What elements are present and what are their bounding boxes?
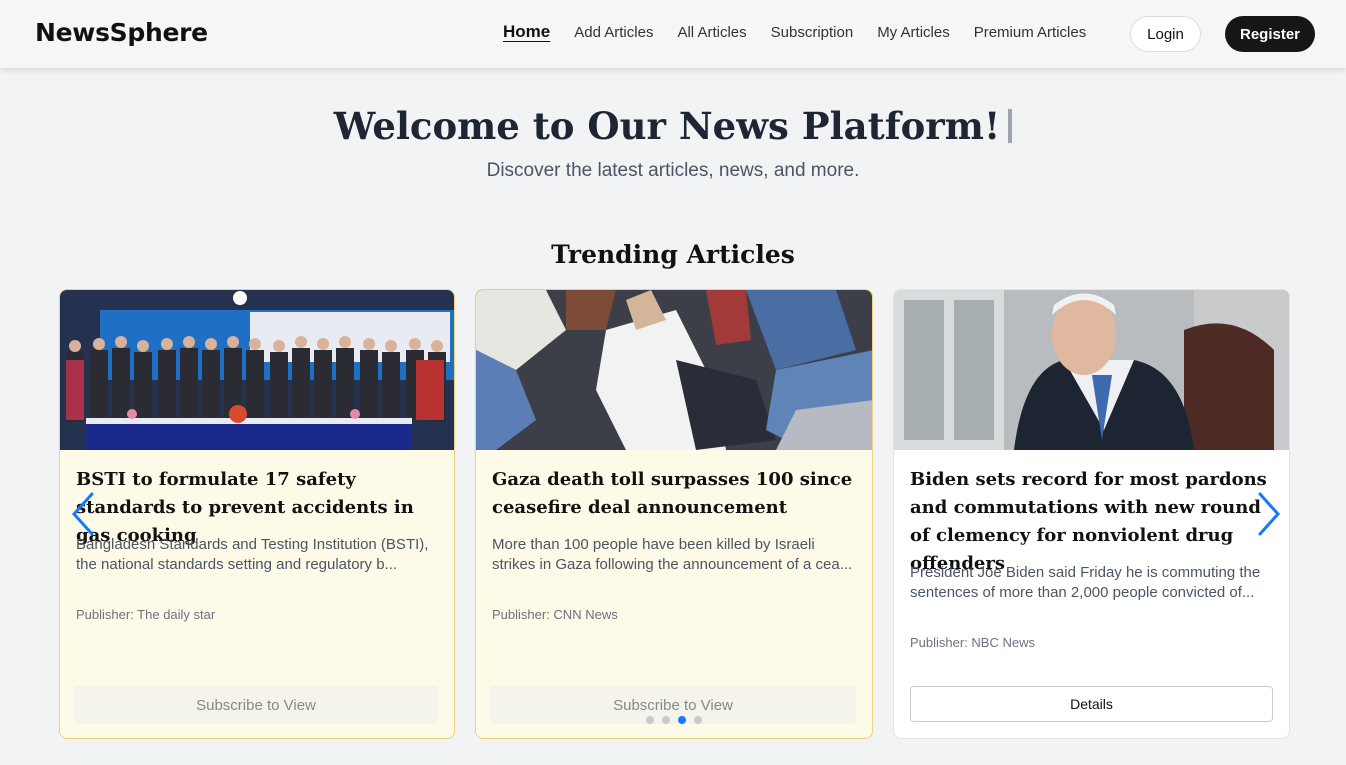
article-publisher: Publisher: The daily star [76,607,216,622]
nav-link-my-articles[interactable]: My Articles [877,24,950,42]
article-image [476,290,872,450]
hero-subtitle: Discover the latest articles, news, and … [486,160,860,181]
chevron-left-icon[interactable] [68,490,98,538]
article-publisher: Publisher: CNN News [492,607,618,622]
nav-link-subscription[interactable]: Subscription [771,24,854,42]
nav-link-home[interactable]: Home [503,22,550,42]
carousel-dot-active[interactable] [678,716,686,724]
article-description: Bangladesh Standards and Testing Institu… [76,536,429,573]
login-button[interactable]: Login [1130,16,1201,52]
article-description: President Joe Biden said Friday he is co… [910,564,1261,601]
carousel-dot[interactable] [662,716,670,724]
article-title[interactable]: Gaza death toll surpasses 100 since ceas… [492,466,858,522]
register-button[interactable]: Register [1225,16,1315,52]
details-button[interactable]: Details [910,686,1273,722]
hero-title-text: Welcome to Our News Platform! [333,104,1001,148]
nav-link-add-articles[interactable]: Add Articles [574,24,653,42]
article-title[interactable]: Biden sets record for most pardons and c… [910,466,1275,578]
chevron-right-icon[interactable] [1254,490,1284,538]
nav-link-premium-articles[interactable]: Premium Articles [974,24,1087,42]
carousel-dot[interactable] [646,716,654,724]
article-card: Biden sets record for most pardons and c… [893,289,1290,739]
trending-title: Trending Articles [551,240,795,269]
carousel-pagination [646,716,702,724]
article-description: More than 100 people have been killed by… [492,536,853,573]
typing-cursor [1008,109,1013,143]
brand-logo[interactable]: NewsSphere [35,18,208,47]
hero-title: Welcome to Our News Platform! [0,104,1346,148]
nav-links: Home Add Articles All Articles Subscript… [503,22,1110,42]
article-image [894,290,1289,450]
article-card: Gaza death toll surpasses 100 since ceas… [475,289,873,739]
article-image [60,290,454,450]
navbar: NewsSphere Home Add Articles All Article… [0,0,1346,68]
article-card: BSTI to formulate 17 safety standards to… [59,289,455,739]
nav-link-all-articles[interactable]: All Articles [677,24,746,42]
subscribe-to-view-button[interactable]: Subscribe to View [74,686,438,724]
carousel-dot[interactable] [694,716,702,724]
article-publisher: Publisher: NBC News [910,635,1035,650]
